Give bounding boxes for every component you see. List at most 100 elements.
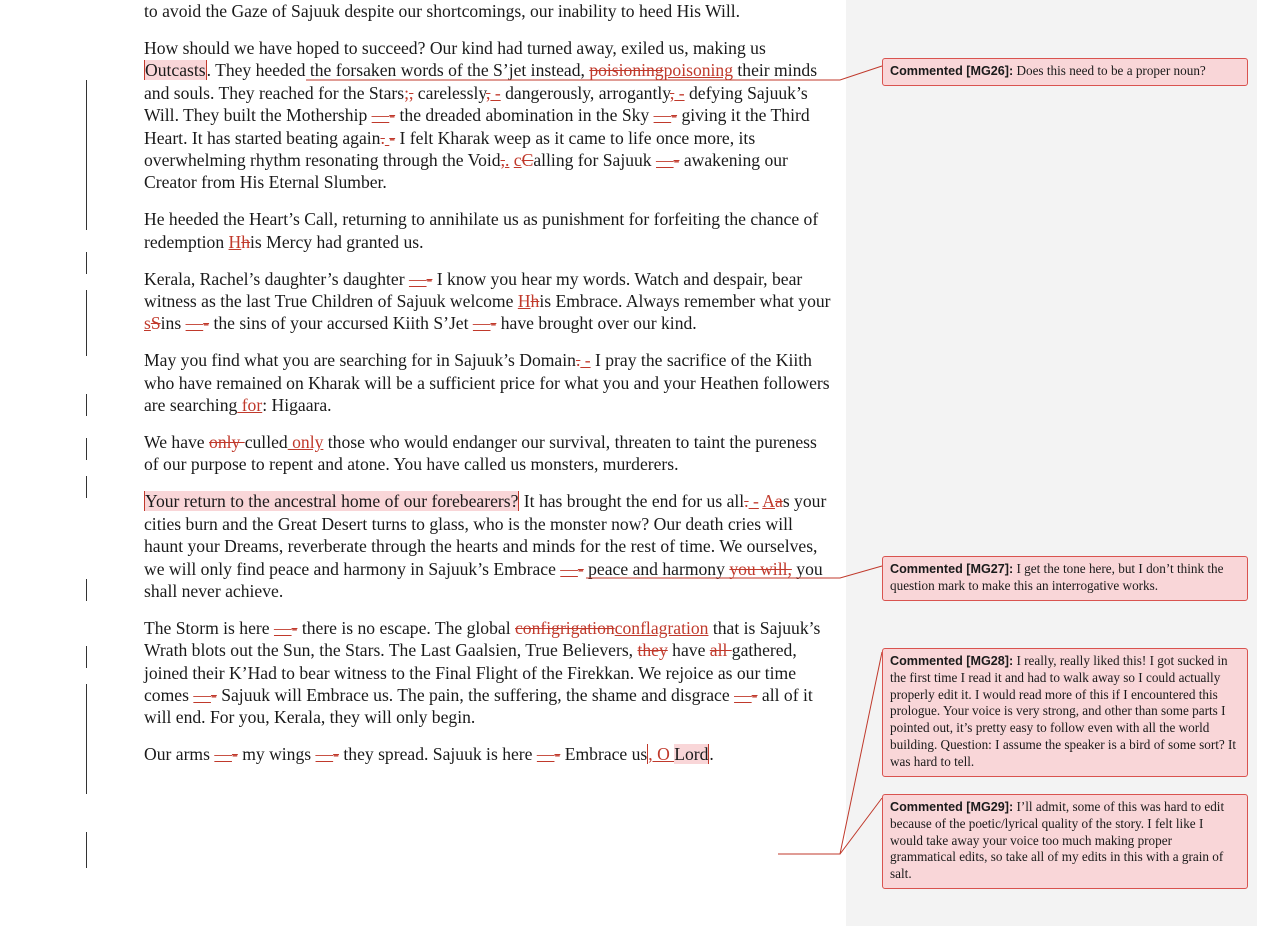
inserted-text: s bbox=[144, 313, 151, 334]
inserted-text: — bbox=[560, 558, 578, 579]
comment-balloon-mg27[interactable]: Commented [MG27]: I get the tone here, b… bbox=[882, 556, 1248, 601]
text-run: dangerously, arrogantly bbox=[500, 82, 670, 103]
inserted-text: — bbox=[371, 105, 390, 126]
inserted-text: — bbox=[214, 744, 232, 765]
comment-balloon-mg26[interactable]: Commented [MG26]: Does this need to be a… bbox=[882, 58, 1248, 86]
paragraph[interactable]: We have only culled only those who would… bbox=[144, 431, 834, 476]
change-bar bbox=[86, 579, 87, 601]
inserted-text: - bbox=[490, 82, 501, 103]
deleted-text: you will, bbox=[729, 558, 792, 579]
comment-anchor-mg27[interactable]: Your return to the ancestral home of our… bbox=[144, 491, 520, 512]
text-run: my wings bbox=[237, 744, 316, 765]
change-bar bbox=[86, 832, 87, 868]
comment-ref: Commented [MG27]: bbox=[890, 562, 1014, 576]
text-run: the dreaded abomination in the Sky bbox=[395, 105, 654, 126]
paragraph[interactable]: The Storm is here —- there is no escape.… bbox=[144, 617, 834, 729]
text-run: to avoid the Gaze of Sajuuk despite our … bbox=[144, 1, 741, 21]
change-bar bbox=[86, 394, 87, 416]
inserted-text: — bbox=[472, 313, 491, 334]
inserted-text: poisoning bbox=[663, 60, 734, 81]
text-run: How should we have hoped to succeed? Our… bbox=[144, 37, 766, 58]
comment-anchor-mg29[interactable]: , O bbox=[647, 744, 675, 765]
paragraph[interactable]: Kerala, Rachel’s daughter’s daughter —- … bbox=[144, 268, 834, 335]
text-run: Kerala, Rachel’s daughter’s daughter bbox=[144, 268, 409, 289]
text-run: the sins of your accursed Kiith S’Jet bbox=[209, 313, 473, 334]
change-bar bbox=[86, 476, 87, 498]
deleted-text: S bbox=[150, 313, 161, 334]
document-body[interactable]: to avoid the Gaze of Sajuuk despite our … bbox=[144, 0, 834, 780]
comment-anchor-mg29-end[interactable]: Lord bbox=[674, 744, 710, 765]
inserted-text: for bbox=[237, 395, 263, 416]
deleted-text: h bbox=[241, 231, 251, 252]
text-run: : Higaara. bbox=[262, 395, 332, 416]
comment-margin-pane bbox=[846, 0, 1257, 926]
paragraph[interactable]: Our arms —- my wings —- they spread. Saj… bbox=[144, 743, 834, 765]
inserted-text: H bbox=[517, 290, 531, 311]
inserted-text: — bbox=[315, 744, 334, 765]
change-bar bbox=[86, 438, 87, 460]
text-run: The Storm is here bbox=[144, 617, 274, 638]
change-bar bbox=[86, 80, 87, 230]
comment-ref: Commented [MG28]: bbox=[890, 654, 1014, 668]
comment-balloon-mg29[interactable]: Commented [MG29]: I’ll admit, some of th… bbox=[882, 794, 1248, 889]
inserted-text: — bbox=[536, 744, 555, 765]
comment-ref: Commented [MG26]: bbox=[890, 64, 1014, 78]
paragraph[interactable]: He heeded the Heart’s Call, returning to… bbox=[144, 208, 834, 253]
text-run: alling for Sajuuk bbox=[533, 149, 656, 170]
text-run: have brought over our kind. bbox=[496, 313, 697, 334]
text-run: Our arms bbox=[144, 744, 215, 765]
comment-balloon-mg28[interactable]: Commented [MG28]: I really, really liked… bbox=[882, 648, 1248, 777]
text-run: they spread. Sajuuk is here bbox=[338, 744, 537, 765]
comment-ref: Commented [MG29]: bbox=[890, 800, 1014, 814]
text-run: peace and harmony bbox=[583, 558, 730, 579]
inserted-text: — bbox=[653, 105, 672, 126]
deleted-text: a bbox=[775, 491, 783, 512]
text-run: ins bbox=[160, 313, 186, 334]
text-run: carelessly bbox=[413, 82, 487, 103]
inserted-text: — bbox=[408, 268, 427, 289]
change-bar bbox=[86, 684, 87, 794]
inserted-text: - bbox=[580, 350, 591, 371]
window-edge bbox=[1257, 0, 1269, 926]
text-run: Sajuuk will Embrace us. The pain, the su… bbox=[216, 685, 735, 706]
inserted-text: - bbox=[748, 491, 759, 512]
text-run: is Embrace. Always remember what your bbox=[539, 290, 831, 311]
deleted-text: configrigation bbox=[515, 617, 615, 638]
inserted-text: only bbox=[287, 432, 324, 452]
deleted-text: C bbox=[521, 149, 534, 170]
inserted-text: H bbox=[228, 231, 242, 252]
inserted-text: conflagration bbox=[614, 617, 709, 638]
text-run: . bbox=[709, 744, 714, 765]
inserted-text: — bbox=[193, 685, 211, 706]
change-bar bbox=[86, 290, 87, 356]
paragraph[interactable]: May you find what you are searching for … bbox=[144, 349, 834, 416]
deleted-text: poisioning bbox=[589, 60, 664, 81]
paragraph[interactable]: to avoid the Gaze of Sajuuk despite our … bbox=[144, 0, 834, 22]
text-run: culled bbox=[244, 432, 288, 452]
change-bar bbox=[86, 646, 87, 668]
inserted-text: — bbox=[734, 685, 752, 706]
inserted-text: — bbox=[273, 617, 292, 638]
inserted-text: A bbox=[762, 491, 775, 512]
text-run: . They heeded the forsaken words of the … bbox=[206, 60, 590, 81]
comment-text: Does this need to be a proper noun? bbox=[1013, 63, 1206, 78]
text-run: We have bbox=[144, 432, 210, 452]
text-run: May you find what you are searching for … bbox=[144, 350, 576, 371]
text-run: It has brought the end for us all bbox=[519, 491, 745, 512]
inserted-text: - bbox=[674, 82, 685, 103]
paragraph[interactable]: How should we have hoped to succeed? Our… bbox=[144, 37, 834, 194]
inserted-text: c bbox=[513, 149, 522, 170]
comment-text: I really, really liked this! I got sucke… bbox=[890, 653, 1237, 769]
deleted-text: all bbox=[709, 640, 732, 661]
paragraph[interactable]: Your return to the ancestral home of our… bbox=[144, 490, 834, 602]
text-run: Embrace us bbox=[560, 744, 648, 765]
change-bar bbox=[86, 252, 87, 274]
comment-anchor-mg26[interactable]: Outcasts bbox=[144, 60, 207, 81]
deleted-text: only bbox=[209, 432, 245, 452]
text-run: have bbox=[667, 640, 710, 661]
text-run: there is no escape. The global bbox=[297, 617, 515, 638]
deleted-text: they bbox=[637, 640, 668, 661]
inserted-text: — bbox=[185, 313, 204, 334]
text-run: is Mercy had granted us. bbox=[250, 231, 424, 252]
inserted-text: — bbox=[656, 149, 674, 170]
